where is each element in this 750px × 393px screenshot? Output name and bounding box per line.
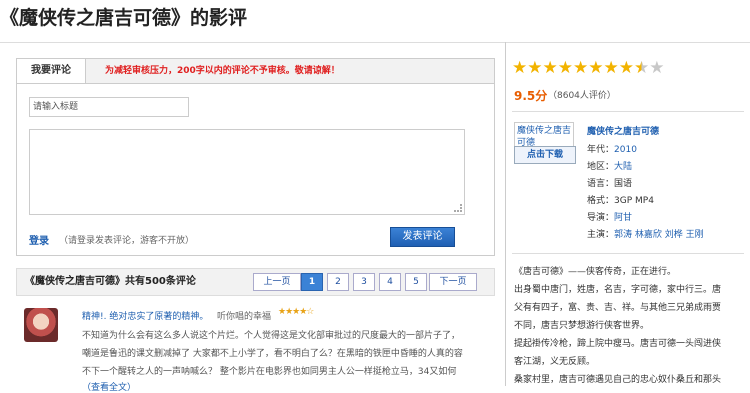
star-icon[interactable]: ★	[588, 58, 603, 78]
star-icon[interactable]: ★	[527, 58, 542, 78]
info-value-format: 3GP MP4	[614, 196, 654, 206]
film-vote-count: （8604人评价）	[548, 91, 616, 101]
read-more-link[interactable]: （查看全文）	[82, 383, 136, 393]
tab-write-review[interactable]: 我要评论	[17, 59, 86, 83]
info-label: 导演：	[587, 213, 615, 223]
review-title-link[interactable]: 精神!. 绝对忠实了原著的精神。	[82, 309, 208, 322]
info-value-region[interactable]: 大陆	[614, 162, 632, 172]
synopsis-line: 出身蜀中唐门，姓唐，名吉，字可德，家中行三。唐	[514, 285, 722, 295]
page-button-5[interactable]: 5	[405, 273, 427, 291]
review-text: 不下一个醒转之人的一声呐喊么？ 整个影片在电影界也如同男主人公一样挺枪立马，34…	[82, 367, 457, 377]
page-title: 《魔侠传之唐吉可德》的影评	[0, 7, 248, 29]
review-text-line: 嘲道是鲁迅的课文删减掉了 大家都不上小学了，看不明白了么？在黑暗的铁匣中昏睡的人…	[82, 349, 463, 359]
film-score: 9.5分	[514, 89, 548, 103]
star-icon[interactable]: ★	[558, 58, 573, 78]
info-value-director[interactable]: 阿甘	[614, 213, 632, 223]
review-text-line: 不知道为什么会有这么多人说这个片烂。个人觉得这是文化部审批过的尺度最大的一部片子…	[82, 331, 461, 341]
page-button-2[interactable]: 2	[327, 273, 349, 291]
review-list-header: 《魔侠传之唐吉可德》共有500条评论 上一页 1 2 3 4 5 下一页	[16, 268, 495, 296]
divider	[512, 253, 744, 254]
info-region: 地区：大陆	[587, 159, 632, 172]
synopsis-line: 提起褂传冷枪，蹄上院中瘦马。唐吉可德一头闯进侠	[514, 339, 722, 349]
review-title-input[interactable]: 请输入标题	[29, 97, 189, 117]
info-label: 语言：	[587, 179, 615, 189]
avatar[interactable]	[24, 308, 58, 342]
login-link[interactable]: 登录	[29, 232, 49, 247]
info-label: 主演：	[587, 230, 615, 240]
info-label: 地区：	[587, 162, 615, 172]
review-form: 我要评论 为减轻审核压力，200字以内的评论不予审核。敬请谅解！ 请输入标题 登…	[16, 58, 495, 256]
review-body-textarea[interactable]	[29, 129, 465, 215]
review-count-title: 《魔侠传之唐吉可德》共有500条评论	[25, 276, 196, 287]
review-rating-stars: ★★★★☆	[278, 307, 314, 317]
review-more-row: （查看全文）	[82, 380, 136, 393]
resize-grip-icon[interactable]	[454, 204, 462, 212]
info-value-year[interactable]: 2010	[614, 145, 637, 155]
info-label: 格式：	[587, 196, 615, 206]
next-page-button[interactable]: 下一页	[429, 273, 477, 291]
prev-page-button[interactable]: 上一页	[253, 273, 301, 291]
star-icon[interactable]: ★	[543, 58, 558, 78]
divider	[512, 111, 744, 112]
info-director: 导演：阿甘	[587, 210, 632, 223]
star-icon[interactable]: ★	[512, 58, 527, 78]
review-username[interactable]: 听你唱的幸福	[217, 309, 271, 322]
review-text-line: 不下一个醒转之人的一声呐喊么？ 整个影片在电影界也如同男主人公一样挺枪立马，34…	[82, 364, 456, 377]
synopsis-line: 《唐吉可德》——侠客传奇，正在进行。	[514, 267, 677, 277]
star-icon[interactable]: ★	[649, 58, 664, 78]
info-cast: 主演：郭涛 林嘉欣 刘桦 王刚	[587, 227, 704, 240]
info-value-language: 国语	[614, 179, 633, 189]
synopsis-line: 桑家村里，唐吉可德遇见自己的忠心奴仆桑丘和那头	[514, 375, 722, 385]
star-icon[interactable]: ★	[634, 58, 649, 78]
info-language: 语言：国语	[587, 176, 632, 189]
page-button-4[interactable]: 4	[379, 273, 401, 291]
film-name[interactable]: 魔侠传之唐吉可德	[587, 124, 659, 137]
moderation-notice: 为减轻审核压力，200字以内的评论不予审核。敬请谅解！	[105, 66, 340, 76]
star-icon[interactable]: ★	[573, 58, 588, 78]
page-button-1[interactable]: 1	[301, 273, 323, 291]
star-icon[interactable]: ★	[604, 58, 619, 78]
login-hint: （请登录发表评论，游客不开放）	[59, 236, 195, 246]
info-year: 年代：2010	[587, 142, 637, 155]
star-icon[interactable]: ★	[619, 58, 634, 78]
info-format: 格式：3GP MP4	[587, 193, 654, 206]
film-info-panel: ★★★★★★★★★★ 9.5分 （8604人评价） 魔侠传之唐吉可德 点击下载 …	[505, 42, 750, 386]
info-label: 年代：	[587, 145, 615, 155]
review-tabbar: 我要评论 为减轻审核压力，200字以内的评论不予审核。敬请谅解！	[17, 59, 494, 84]
submit-review-button[interactable]: 发表评论	[390, 227, 455, 247]
info-value-cast[interactable]: 郭涛 林嘉欣 刘桦 王刚	[614, 230, 704, 240]
synopsis-line: 不同，唐吉只梦想游行侠客世界。	[514, 321, 650, 331]
page-button-3[interactable]: 3	[353, 273, 375, 291]
download-button[interactable]: 点击下载	[514, 146, 576, 164]
film-rating-stars: ★★★★★★★★★★	[512, 58, 665, 78]
synopsis-line: 父有有四子，富、贵、吉、祥。与其他三兄弟成雨贾	[514, 303, 722, 313]
synopsis-line: 客江湖，义无反顾。	[514, 357, 596, 367]
